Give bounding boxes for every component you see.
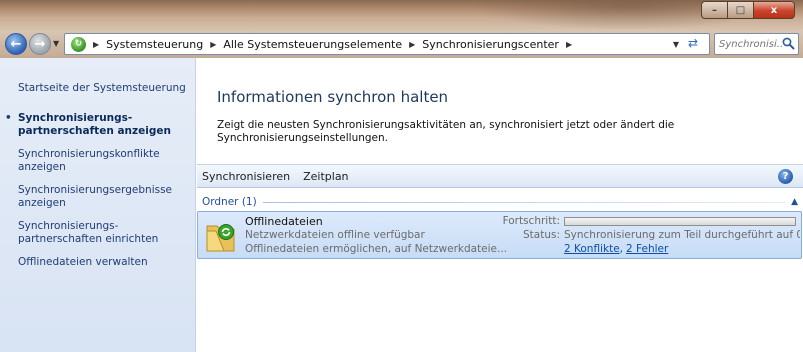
group-header[interactable]: Ordner (1) ▲ [202, 195, 798, 209]
close-button[interactable]: x [753, 1, 795, 19]
sidebar-item-setup-partnerships[interactable]: Synchronisierungs-partnerschaften einric… [18, 220, 189, 246]
command-toolbar: Synchronisieren Zeitplan ? [197, 164, 803, 188]
progress-bar [564, 217, 796, 226]
progress-label: Fortschritt: [502, 215, 560, 227]
help-icon[interactable]: ? [778, 169, 793, 184]
group-label: Ordner (1) [202, 196, 257, 208]
sidebar-item-home[interactable]: Startseite der Systemsteuerung [18, 82, 189, 95]
search-box[interactable] [714, 33, 799, 55]
schedule-button[interactable]: Zeitplan [303, 170, 348, 183]
minimize-button[interactable]: – [701, 1, 727, 19]
breadcrumb-control-panel[interactable]: Systemsteuerung [106, 38, 203, 51]
status-label: Status: [523, 229, 560, 241]
item-detail: Offlinedateien ermöglichen, auf Netzwerk… [245, 243, 508, 255]
errors-link[interactable]: 2 Fehler [626, 243, 668, 255]
page-description: Zeigt die neusten Synchronisierungsaktiv… [217, 119, 675, 144]
chevron-right-icon[interactable]: ▶ [566, 40, 572, 49]
chevron-right-icon[interactable]: ▶ [210, 40, 216, 49]
sync-folder-icon [206, 224, 235, 252]
sidebar-item-view-partnerships[interactable]: Synchronisierungs-partnerschaften anzeig… [5, 112, 189, 138]
link-separator: , [619, 243, 623, 255]
conflicts-link[interactable]: 2 Konflikte [564, 243, 620, 255]
left-navigation-pane: Startseite der Systemsteuerung Synchroni… [0, 58, 196, 352]
back-arrow-icon[interactable]: ← [5, 33, 27, 55]
sidebar-item-view-results[interactable]: Synchronisierungsergebnisse anzeigen [18, 184, 189, 210]
item-description: Netzwerkdateien offline verfügbar [245, 229, 425, 241]
address-dropdown-icon[interactable]: ▼ [673, 40, 679, 49]
navigation-bar: ← → ▼ ↻ ▶ Systemsteuerung ▶ Alle Systems… [0, 30, 803, 58]
search-input[interactable] [719, 38, 783, 50]
window-titlebar: – □ x [0, 0, 803, 30]
sidebar-item-view-conflicts[interactable]: Synchronisierungskonflikte anzeigen [18, 148, 189, 174]
breadcrumb-all-items[interactable]: Alle Systemsteuerungselemente [223, 38, 402, 51]
search-icon[interactable] [782, 37, 795, 50]
chevron-right-icon[interactable]: ▶ [409, 40, 415, 49]
page-title: Informationen synchron halten [217, 88, 449, 106]
status-text: Synchronisierung zum Teil durchgeführt a… [564, 229, 800, 241]
sync-button[interactable]: Synchronisieren [202, 170, 290, 183]
maximize-button[interactable]: □ [727, 1, 753, 19]
forward-arrow-icon[interactable]: → [29, 33, 51, 55]
list-item[interactable]: Offlinedateien Netzwerkdateien offline v… [197, 211, 802, 259]
issue-links: 2 Konflikte, 2 Fehler [564, 243, 668, 255]
sync-center-icon: ↻ [71, 36, 86, 52]
main-content: Informationen synchron halten Zeigt die … [197, 58, 803, 352]
caption-buttons: – □ x [701, 1, 795, 19]
address-bar[interactable]: ↻ ▶ Systemsteuerung ▶ Alle Systemsteueru… [64, 33, 710, 55]
recent-pages-dropdown[interactable]: ▼ [53, 39, 59, 48]
breadcrumb-sync-center[interactable]: Synchronisierungscenter [422, 38, 559, 51]
group-divider [262, 201, 786, 203]
sidebar-item-manage-offline-files[interactable]: Offlinedateien verwalten [18, 256, 189, 269]
item-name: Offlinedateien [245, 215, 323, 228]
chevron-right-icon[interactable]: ▶ [93, 40, 99, 49]
chevron-up-icon[interactable]: ▲ [791, 197, 798, 207]
refresh-icon[interactable]: ⇄ [684, 36, 702, 52]
